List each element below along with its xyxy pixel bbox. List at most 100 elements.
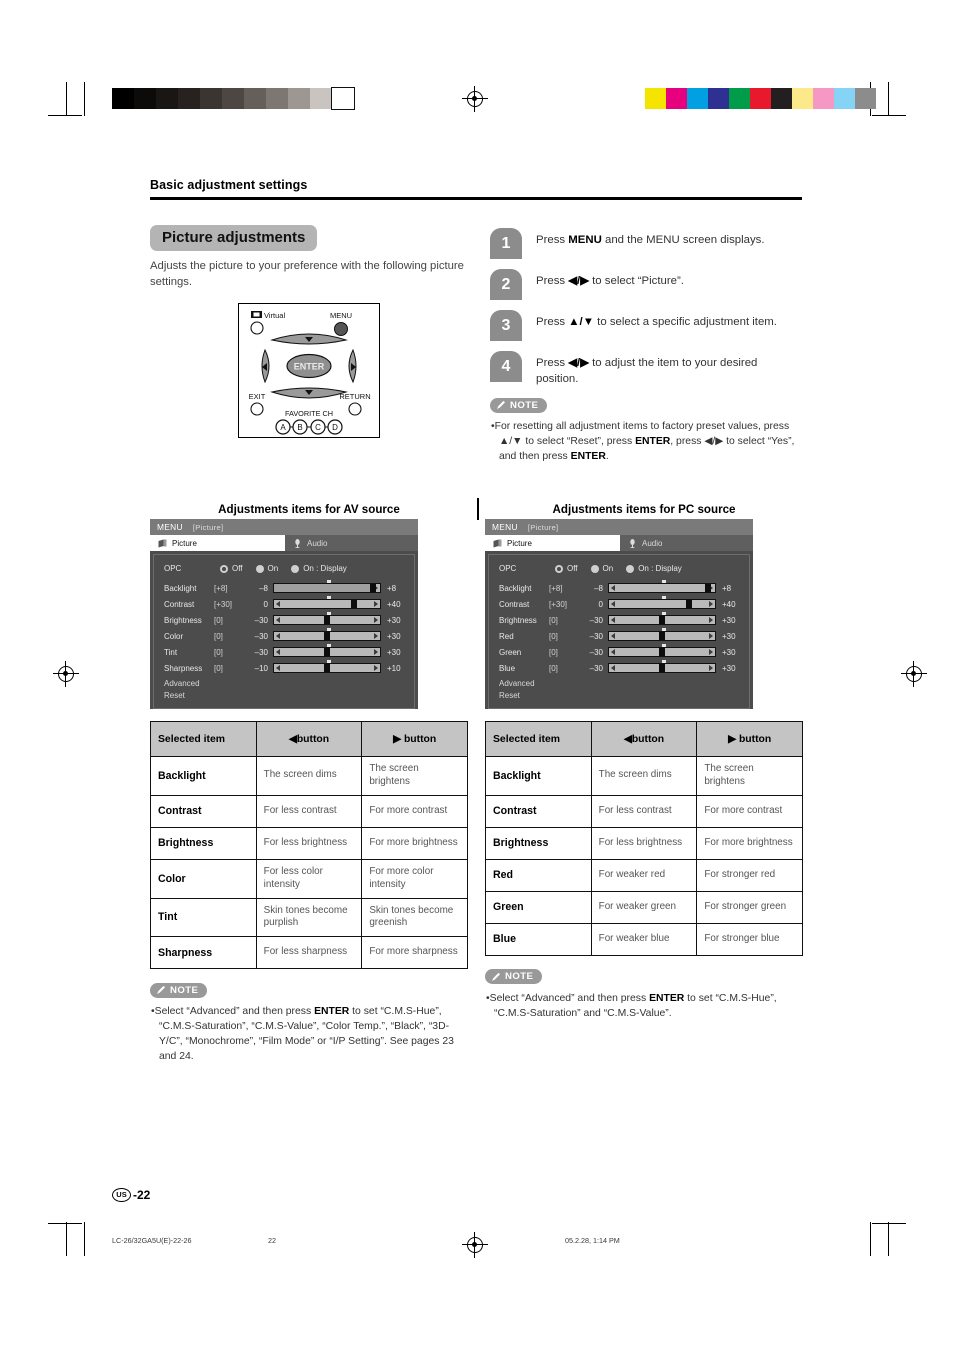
pc-opc-option-ondisplay[interactable]: On : Display xyxy=(626,564,682,573)
av-slider-track-4[interactable] xyxy=(273,644,381,657)
av-slider-knob-2[interactable] xyxy=(324,616,330,624)
pc-opc-option-on[interactable]: On xyxy=(590,564,613,573)
pc-tab-picture[interactable]: Picture xyxy=(485,535,620,551)
pc-opc-radio-2[interactable] xyxy=(626,564,635,573)
left-arrow-icon[interactable] xyxy=(611,601,615,607)
pc-slider-knob-0[interactable] xyxy=(704,584,711,592)
av-menu-item-advanced[interactable]: Advanced xyxy=(154,676,414,688)
right-arrow-icon[interactable] xyxy=(709,601,713,607)
pc-slider-track-5[interactable] xyxy=(608,660,716,673)
pc-slider-track-1[interactable] xyxy=(608,596,716,609)
av-slider-fill-0 xyxy=(274,584,373,592)
table-row: Brightness For less brightness For more br… xyxy=(150,826,468,860)
left-arrow-icon[interactable] xyxy=(276,665,280,671)
av-osd-menu-label: MENU xyxy=(157,522,183,532)
av-slider-track-5[interactable] xyxy=(273,660,381,673)
av-slider-row-contrast[interactable]: Contrast [+30] 0 +40 xyxy=(154,596,414,612)
pc-note-badge: NOTE xyxy=(485,969,543,985)
pc-slider-track-3[interactable] xyxy=(608,628,716,641)
av-slider-value-5: [0] xyxy=(214,663,223,673)
pc-cell-r1-c2: For more contrast xyxy=(696,794,803,828)
print-swatch-4 xyxy=(200,88,222,109)
av-slider-knob-4[interactable] xyxy=(324,648,330,656)
left-arrow-icon[interactable] xyxy=(611,617,615,623)
av-slider-knob-3[interactable] xyxy=(324,632,330,640)
right-arrow-icon[interactable] xyxy=(374,601,378,607)
table-row: Backlight The screen dims The screen brigh… xyxy=(485,756,803,796)
av-slider-row-tint[interactable]: Tint [0] –30 +30 xyxy=(154,644,414,660)
av-slider-knob-0[interactable] xyxy=(369,584,376,592)
steps-list: 1 Press MENU and the MENU screen displays… xyxy=(490,228,802,387)
av-slider-max-0: +8 xyxy=(387,583,397,593)
pc-slider-knob-5[interactable] xyxy=(659,664,665,672)
av-cell-r4-c2: Skin tones become greenish xyxy=(361,897,468,938)
pc-slider-track-0[interactable] xyxy=(608,580,716,593)
av-opc-radio-2[interactable] xyxy=(291,564,300,573)
left-arrow-icon[interactable] xyxy=(611,633,615,639)
pc-slider-track-2[interactable] xyxy=(608,612,716,625)
pc-slider-row-contrast[interactable]: Contrast [+30] 0 +40 xyxy=(489,596,749,612)
pc-slider-track-4[interactable] xyxy=(608,644,716,657)
av-opc-radio-0[interactable] xyxy=(220,564,228,573)
av-slider-knob-1[interactable] xyxy=(350,600,357,608)
pc-opc-option-off[interactable]: Off xyxy=(555,564,578,573)
left-arrow-icon[interactable] xyxy=(276,617,280,623)
av-note-badge-label: NOTE xyxy=(170,984,199,996)
pc-opc-radio-1[interactable] xyxy=(590,564,599,573)
pc-slider-row-backlight[interactable]: Backlight [+8] –8 +8 xyxy=(489,580,749,596)
right-arrow-icon[interactable] xyxy=(374,633,378,639)
left-arrow-icon[interactable] xyxy=(611,649,615,655)
pc-cell-r1-c0: Contrast xyxy=(485,794,592,828)
left-arrow-icon[interactable] xyxy=(276,633,280,639)
pc-slider-knob-3[interactable] xyxy=(659,632,665,640)
pc-slider-row-green[interactable]: Green [0] –30 +30 xyxy=(489,644,749,660)
pc-menu-item-reset[interactable]: Reset xyxy=(489,688,749,700)
av-opc-option-on[interactable]: On xyxy=(255,564,278,573)
av-opc-option-ondisplay[interactable]: On : Display xyxy=(291,564,347,573)
pc-slider-row-blue[interactable]: Blue [0] –30 +30 xyxy=(489,660,749,676)
pc-tab-audio[interactable]: Audio xyxy=(619,535,753,551)
av-slider-row-brightness[interactable]: Brightness [0] –30 +30 xyxy=(154,612,414,628)
left-arrow-icon[interactable] xyxy=(276,649,280,655)
av-slider-track-1[interactable] xyxy=(273,596,381,609)
pc-cell-r4-c0: Green xyxy=(485,890,592,924)
pc-menu-item-advanced[interactable]: Advanced xyxy=(489,676,749,688)
note-top-items: For resetting all adjustment items to fa… xyxy=(490,420,802,464)
av-tab-picture[interactable]: Picture xyxy=(150,535,285,551)
pc-opc-radio-0[interactable] xyxy=(555,564,563,573)
left-arrow-icon[interactable] xyxy=(276,601,280,607)
right-arrow-icon[interactable] xyxy=(374,665,378,671)
av-slider-track-3[interactable] xyxy=(273,628,381,641)
footer-filename: LC-26/32GA5U(E)-22-26 xyxy=(112,1236,192,1245)
av-opc-option-off[interactable]: Off xyxy=(220,564,243,573)
av-slider-row-sharpness[interactable]: Sharpness [0] –10 +10 xyxy=(154,660,414,676)
crop-mark-br-v xyxy=(888,1222,889,1256)
pc-slider-row-red[interactable]: Red [0] –30 +30 xyxy=(489,628,749,644)
pc-osd-tabs: Picture Audio xyxy=(485,535,753,551)
av-slider-track-0[interactable] xyxy=(273,580,381,593)
av-slider-knob-5[interactable] xyxy=(324,664,330,672)
right-arrow-icon[interactable] xyxy=(374,649,378,655)
crop-mark-tr-v xyxy=(888,82,889,116)
print-swatch-8 xyxy=(813,88,834,109)
pc-slider-knob-1[interactable] xyxy=(685,600,692,608)
pencil-icon xyxy=(157,986,165,995)
av-slider-row-backlight[interactable]: Backlight [+8] –8 +8 xyxy=(154,580,414,596)
av-cell-r5-c0: Sharpness xyxy=(150,936,257,970)
right-arrow-icon[interactable] xyxy=(709,617,713,623)
av-slider-row-color[interactable]: Color [0] –30 +30 xyxy=(154,628,414,644)
pc-slider-row-brightness[interactable]: Brightness [0] –30 +30 xyxy=(489,612,749,628)
av-menu-item-reset[interactable]: Reset xyxy=(154,688,414,700)
pc-slider-knob-4[interactable] xyxy=(659,648,665,656)
av-slider-track-2[interactable] xyxy=(273,612,381,625)
av-opc-radio-1[interactable] xyxy=(255,564,264,573)
right-arrow-icon[interactable] xyxy=(374,617,378,623)
right-arrow-icon[interactable] xyxy=(709,665,713,671)
av-note: NOTE Select “Advanced” and then press EN… xyxy=(150,982,468,1064)
av-tab-audio[interactable]: Audio xyxy=(284,535,418,551)
right-arrow-icon[interactable] xyxy=(709,633,713,639)
pc-slider-knob-2[interactable] xyxy=(659,616,665,624)
left-arrow-icon[interactable] xyxy=(611,585,615,591)
right-arrow-icon[interactable] xyxy=(709,649,713,655)
left-arrow-icon[interactable] xyxy=(611,665,615,671)
